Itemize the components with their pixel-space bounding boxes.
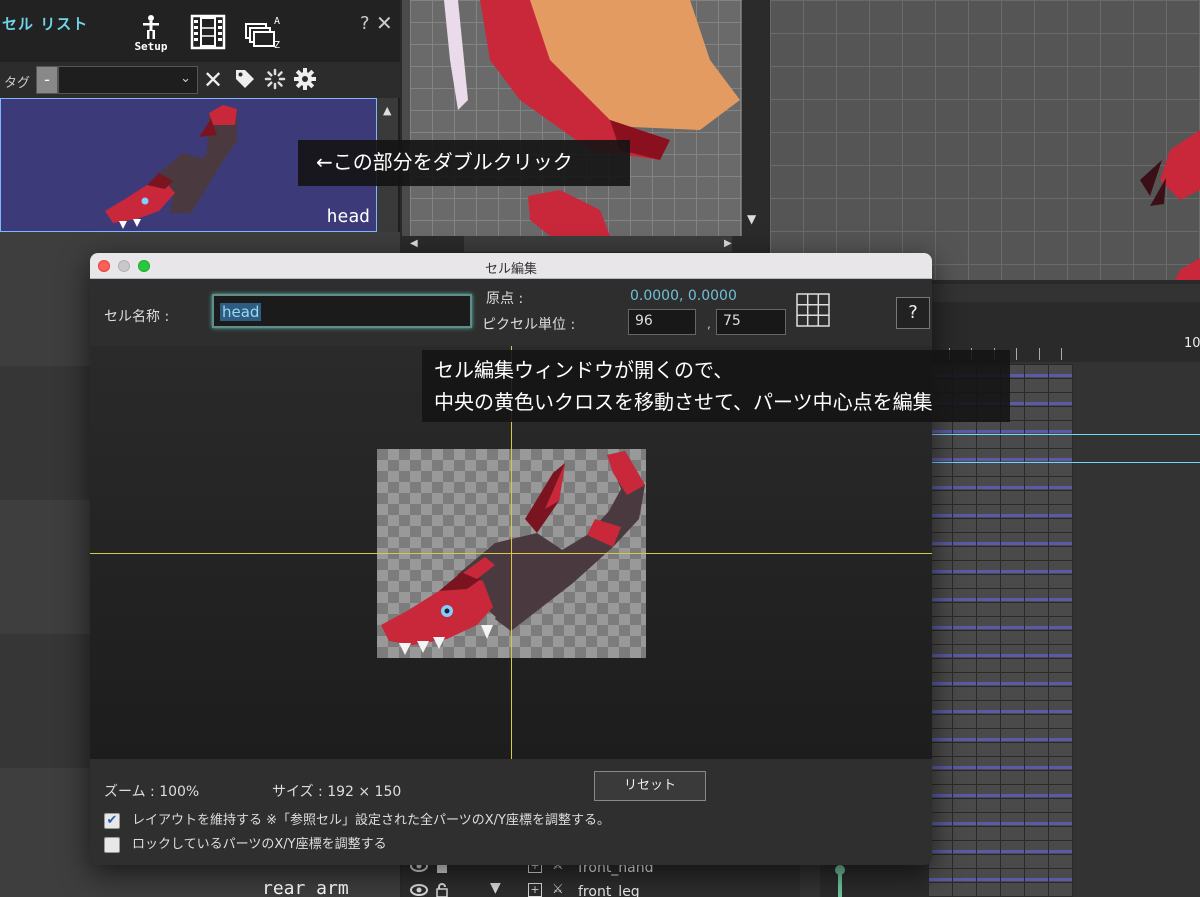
frame-number: 10 bbox=[1184, 336, 1200, 351]
bone-icon: ⚔ bbox=[552, 882, 564, 897]
lock-icon[interactable] bbox=[436, 883, 448, 897]
sprite-preview-area: ▼ ◀ ▶ bbox=[402, 0, 768, 252]
scroll-right-arrow[interactable]: ▶ bbox=[724, 238, 732, 249]
origin-label: 原点 : bbox=[486, 291, 524, 307]
timeline-keyframe-grid[interactable] bbox=[928, 364, 1073, 897]
annotation-callout: セル編集ウィンドウが開くので、 中央の黄色いクロスを移動させて、パーツ中心点を編… bbox=[422, 350, 1010, 422]
timeline-selection-line bbox=[928, 434, 1200, 435]
vertical-scrollbar[interactable] bbox=[742, 0, 768, 236]
help-button[interactable]: ? bbox=[896, 297, 930, 329]
scroll-up-arrow[interactable]: ▲ bbox=[383, 104, 391, 117]
pixel-y-input[interactable]: 75 bbox=[716, 309, 786, 335]
dialog-titlebar[interactable]: セル編集 bbox=[90, 253, 932, 279]
panel-close-icon[interactable]: ✕ bbox=[376, 11, 393, 35]
gear-icon[interactable] bbox=[294, 68, 316, 95]
dragon-head-thumbnail bbox=[105, 105, 237, 229]
grid-icon bbox=[796, 293, 830, 327]
panel-help-button[interactable]: ? bbox=[360, 13, 370, 34]
layer-name: front_leg bbox=[578, 884, 640, 897]
expand-arrow-icon[interactable]: ▼ bbox=[490, 880, 501, 896]
sort-az-button[interactable]: A Z bbox=[242, 14, 286, 50]
keep-layout-option[interactable]: ✔ レイアウトを維持する ※「参照セル」設定された全パーツのX/Y座標を調整する。 bbox=[104, 809, 610, 829]
keep-layout-label: レイアウトを維持する ※「参照セル」設定された全パーツのX/Y座標を調整する。 bbox=[132, 813, 610, 828]
cell-list-header: セル リスト Setup A Z ? ✕ bbox=[0, 0, 400, 62]
reset-button[interactable]: リセット bbox=[594, 771, 706, 801]
ruler-tick bbox=[1016, 348, 1017, 360]
callout-text: ←この部分をダブルクリック bbox=[316, 150, 573, 174]
dialog-title: セル編集 bbox=[484, 262, 537, 277]
annotation-callout: ←この部分をダブルクリック bbox=[298, 140, 630, 186]
cell-item-name: rear_arm bbox=[262, 878, 349, 897]
main-canvas[interactable] bbox=[770, 0, 1200, 280]
scroll-left-arrow[interactable]: ◀ bbox=[410, 238, 418, 249]
horizontal-scrollbar[interactable] bbox=[402, 236, 768, 252]
cell-name-input[interactable]: head bbox=[212, 294, 472, 328]
setup-button[interactable]: Setup bbox=[128, 14, 174, 53]
origin-value: 0.0000, 0.0000 bbox=[630, 288, 737, 304]
callout-text: セル編集ウィンドウが開くので、 bbox=[434, 358, 734, 382]
tag-filter-row: タグ - ⌄ ✕ bbox=[0, 62, 400, 98]
keep-layout-checkbox[interactable]: ✔ bbox=[104, 812, 120, 829]
dialog-properties: セル名称 : head 原点 : 0.0000, 0.0000 ピクセル単位 :… bbox=[90, 279, 932, 346]
tag-icon[interactable] bbox=[234, 68, 256, 95]
tag-label: タグ bbox=[4, 76, 31, 91]
svg-text:Z: Z bbox=[274, 40, 280, 50]
cell-edit-dialog: セル編集 セル名称 : head 原点 : 0.0000, 0.0000 ピクセ… bbox=[90, 253, 932, 865]
ruler-tick bbox=[1039, 348, 1040, 360]
adjust-locked-checkbox[interactable] bbox=[104, 836, 120, 853]
eye-icon[interactable] bbox=[410, 883, 428, 897]
dragon-claw-preview bbox=[1140, 130, 1200, 280]
ruler-tick bbox=[1061, 348, 1062, 360]
svg-text:A: A bbox=[274, 16, 280, 27]
adjust-locked-option[interactable]: ロックしているパーツのX/Y座標を調整する bbox=[104, 833, 387, 853]
pixel-separator: , bbox=[707, 317, 711, 331]
spinner-icon[interactable] bbox=[264, 68, 286, 95]
pixel-unit-label: ピクセル単位 : bbox=[482, 317, 576, 333]
scroll-down-arrow[interactable]: ▼ bbox=[747, 212, 756, 226]
callout-text: 中央の黄色いクロスを移動させて、パーツ中心点を編集 bbox=[434, 390, 933, 414]
filmstrip-icon bbox=[190, 14, 226, 50]
dragon-wing-preview bbox=[444, 0, 740, 236]
tag-select[interactable]: ⌄ bbox=[58, 66, 198, 94]
chevron-down-icon: ⌄ bbox=[180, 71, 191, 86]
layer-type-icon: + bbox=[528, 883, 542, 897]
size-label: サイズ : 192 × 150 bbox=[272, 784, 402, 800]
clear-x-icon[interactable]: ✕ bbox=[203, 66, 223, 94]
sprite-preview-canvas[interactable] bbox=[410, 0, 742, 236]
zoom-label: ズーム : 100% bbox=[104, 784, 200, 800]
cell-name-label: セル名称 : bbox=[104, 309, 170, 325]
filmstrip-button[interactable] bbox=[188, 14, 228, 50]
anchor-grid-button[interactable] bbox=[796, 293, 830, 327]
layer-row[interactable]: ▼ + ⚔ front_leg bbox=[402, 880, 800, 897]
adjust-locked-label: ロックしているパーツのX/Y座標を調整する bbox=[132, 837, 387, 852]
setup-label: Setup bbox=[134, 40, 168, 53]
pixel-x-input[interactable]: 96 bbox=[628, 309, 696, 335]
cell-name-value: head bbox=[220, 303, 262, 321]
timeline-selection-line bbox=[928, 462, 1200, 463]
setup-figure-icon bbox=[143, 15, 159, 39]
cell-item-name: head bbox=[326, 206, 370, 227]
tag-minus-button[interactable]: - bbox=[36, 66, 58, 94]
dialog-footer: ズーム : 100% サイズ : 192 × 150 リセット ✔ レイアウトを維… bbox=[90, 759, 932, 865]
cell-list-title: セル リスト bbox=[2, 15, 89, 33]
sort-az-icon: A Z bbox=[245, 16, 280, 50]
scrollbar-thumb[interactable] bbox=[464, 236, 732, 252]
